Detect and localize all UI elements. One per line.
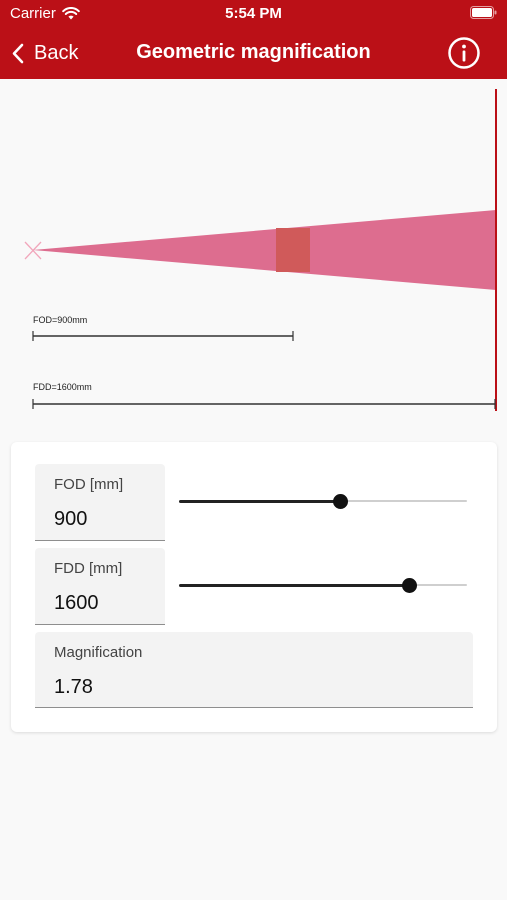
fdd-slider-thumb[interactable]: [401, 578, 417, 593]
fdd-field-label: FDD [mm]: [54, 560, 123, 577]
fdd-slider-track: [409, 584, 467, 586]
fod-label: FOD=900mm: [33, 315, 87, 325]
status-bar: Carrier 5:54 PM: [0, 0, 507, 28]
fod-slider-track-active: [179, 500, 340, 503]
fdd-measure-line: [32, 399, 496, 409]
source-marker: [24, 241, 42, 260]
object-marker: [276, 228, 310, 272]
magnification-diagram: FOD=900mm FDD=1600mm: [24, 89, 497, 411]
navigation-bar: Back Geometric magnification: [0, 28, 507, 79]
page-title: Geometric magnification: [136, 41, 371, 63]
fdd-field[interactable]: FDD [mm] 1600: [35, 548, 165, 625]
status-time: 5:54 PM: [225, 5, 282, 22]
info-icon[interactable]: [447, 36, 481, 70]
fod-field-label: FOD [mm]: [54, 476, 124, 493]
magnification-field-value: 1.78: [54, 676, 93, 698]
app-header: Carrier 5:54 PM Back Geometric magnifica…: [0, 0, 507, 79]
fod-slider-thumb[interactable]: [332, 494, 348, 509]
magnification-field: Magnification 1.78: [35, 632, 473, 708]
fod-measure-line: [32, 331, 294, 341]
fod-field[interactable]: FOD [mm] 900: [35, 464, 165, 541]
xray-beam: [33, 210, 496, 290]
settings-card: FOD [mm] 900 FDD [mm] 1600 Magnification…: [11, 442, 497, 732]
fod-slider[interactable]: [179, 490, 467, 514]
fdd-label: FDD=1600mm: [33, 382, 92, 392]
fdd-slider[interactable]: [179, 574, 467, 598]
battery-icon: [470, 6, 497, 19]
fdd-field-value: 1600: [54, 592, 99, 614]
magnification-field-label: Magnification: [54, 644, 143, 661]
fod-field-value: 900: [54, 508, 88, 530]
fdd-slider-track-active: [179, 584, 409, 587]
fod-slider-track: [340, 500, 467, 502]
